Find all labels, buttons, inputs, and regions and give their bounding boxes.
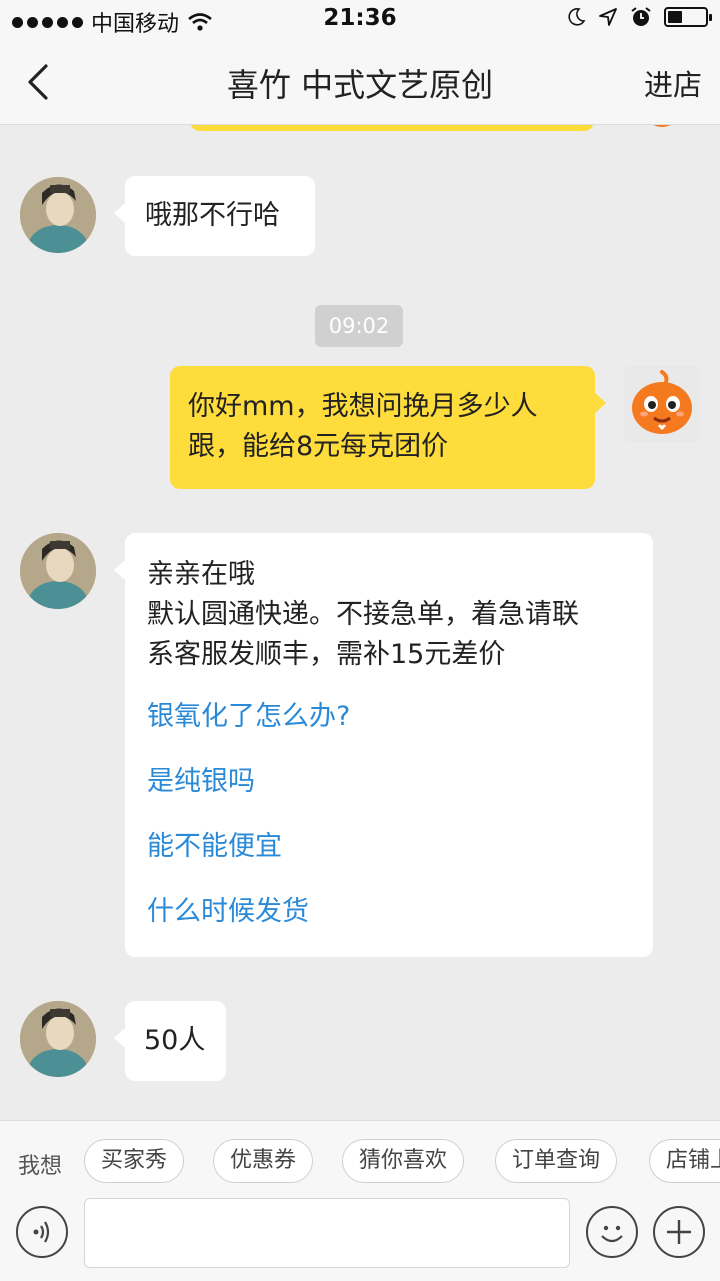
faq-link-shipping-time[interactable]: 什么时候发货 bbox=[147, 892, 633, 932]
buyer-avatar[interactable] bbox=[624, 366, 700, 442]
battery-icon bbox=[664, 7, 712, 27]
message-bubble-buyer: 你好mm，我想问挽月多少人跟，能给8元每克团价 bbox=[170, 366, 606, 489]
seller-avatar[interactable] bbox=[20, 177, 96, 253]
chip-coupon[interactable]: 优惠券 bbox=[213, 1139, 314, 1183]
plus-icon bbox=[667, 1220, 691, 1244]
message-text: 50人 bbox=[144, 1025, 206, 1056]
alarm-icon bbox=[631, 7, 651, 26]
chip-new-arrivals[interactable]: 店铺上新 bbox=[649, 1139, 720, 1183]
message-text: 亲亲在哦 bbox=[147, 559, 255, 590]
status-bar: 中国移动 21:36 bbox=[0, 0, 720, 40]
chip-order-query[interactable]: 订单查询 bbox=[495, 1139, 618, 1183]
navigation-bar: 喜竹 中式文艺原创 进店 bbox=[0, 40, 720, 125]
enter-shop-button[interactable]: 进店 bbox=[644, 62, 702, 104]
message-timestamp: 09:02 bbox=[315, 305, 403, 347]
quick-actions-bar: 我想 买家秀 优惠券 猜你喜欢 订单查询 店铺上新 bbox=[0, 1120, 720, 1203]
chip-recommend[interactable]: 猜你喜欢 bbox=[342, 1139, 465, 1183]
message-bubble-seller: 哦那不行哈 bbox=[114, 176, 315, 256]
seller-avatar[interactable] bbox=[20, 533, 96, 609]
smiley-icon bbox=[601, 1225, 623, 1243]
voice-button[interactable] bbox=[16, 1206, 68, 1258]
moon-icon bbox=[568, 8, 586, 26]
quick-actions-label: 我想 bbox=[18, 1154, 63, 1179]
chat-area[interactable]: 哦那不行哈 09:02 你好mm，我想问挽月多少人跟，能给8元每克团价 亲亲在哦… bbox=[0, 125, 720, 1120]
message-input[interactable] bbox=[84, 1198, 570, 1268]
location-arrow-icon bbox=[599, 8, 617, 26]
more-button[interactable] bbox=[653, 1206, 705, 1258]
previous-message-bubble bbox=[190, 125, 594, 131]
message-bubble-seller: 50人 bbox=[114, 1001, 226, 1081]
faq-link-pure-silver[interactable]: 是纯银吗 bbox=[147, 762, 633, 802]
chip-buyer-show[interactable]: 买家秀 bbox=[84, 1139, 185, 1183]
previous-avatar bbox=[624, 125, 700, 129]
battery-level bbox=[668, 11, 682, 23]
message-text: 你好mm，我想问挽月多少人跟，能给8元每克团价 bbox=[188, 391, 538, 462]
page-title: 喜竹 中式文艺原创 bbox=[226, 66, 494, 104]
auto-reply-bubble: 亲亲在哦 默认圆通快递。不接急单，着急请联 系客服发顺丰，需补15元差价 银氧化… bbox=[114, 533, 653, 957]
message-text: 系客服发顺丰，需补15元差价 bbox=[147, 639, 506, 670]
faq-link-discount[interactable]: 能不能便宜 bbox=[147, 827, 633, 867]
message-text: 默认圆通快递。不接急单，着急请联 bbox=[147, 599, 579, 630]
voice-icon bbox=[33, 1221, 50, 1243]
seller-avatar[interactable] bbox=[20, 1001, 96, 1077]
message-text: 哦那不行哈 bbox=[145, 200, 280, 231]
faq-link-oxidation[interactable]: 银氧化了怎么办? bbox=[147, 697, 633, 737]
input-bar bbox=[0, 1198, 720, 1281]
emoji-button[interactable] bbox=[586, 1206, 638, 1258]
